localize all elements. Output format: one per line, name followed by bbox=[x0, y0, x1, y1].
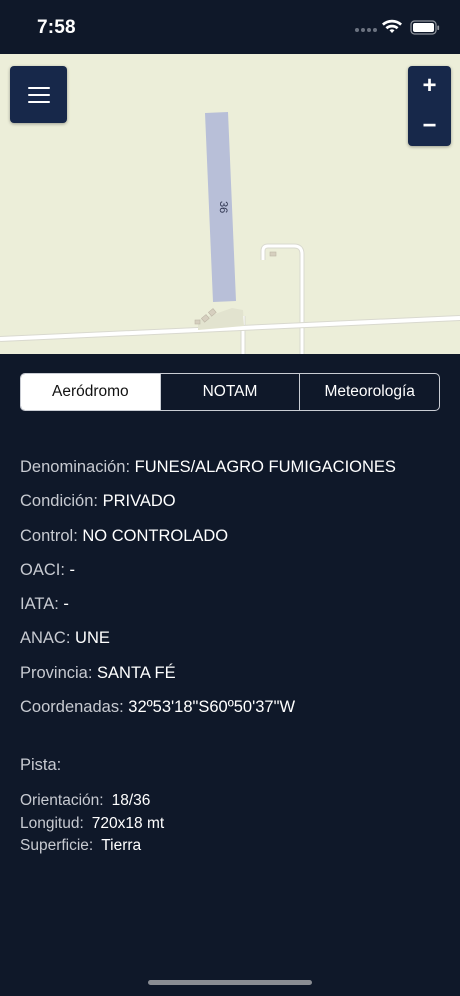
control-value: NO CONTROLADO bbox=[82, 526, 229, 545]
info-row-denominacion: Denominación: FUNES/ALAGRO FUMIGACIONES bbox=[20, 456, 440, 490]
orientacion-label: Orientación: bbox=[20, 792, 104, 809]
iata-value: - bbox=[63, 595, 69, 614]
iata-label: IATA: bbox=[20, 595, 59, 614]
condicion-value: PRIVADO bbox=[102, 492, 176, 511]
superficie-label: Superficie: bbox=[20, 837, 94, 854]
oaci-value: - bbox=[69, 560, 76, 579]
zoom-in-button[interactable]: + bbox=[408, 66, 451, 106]
denominacion-value: FUNES/ALAGRO FUMIGACIONES bbox=[134, 458, 396, 476]
zoom-out-button[interactable]: − bbox=[408, 106, 451, 146]
tab-aerodromo[interactable]: Aeródromo bbox=[21, 374, 160, 410]
anac-label: ANAC: bbox=[20, 629, 71, 648]
oaci-label: OACI: bbox=[20, 560, 65, 579]
info-row-control: Control: NO CONTROLADO bbox=[20, 525, 440, 559]
info-row-oaci: OACI: - bbox=[20, 559, 440, 593]
map-view[interactable]: 36 bbox=[0, 54, 460, 354]
info-row-condicion: Condición: PRIVADO bbox=[20, 490, 440, 524]
info-row-provincia: Provincia: SANTA FÉ bbox=[20, 662, 440, 696]
pista-row-orientacion: Orientación: 18/36 bbox=[20, 790, 164, 813]
pista-details: Orientación: 18/36 Longitud: 720x18 mt Sup… bbox=[20, 790, 164, 858]
tab-notam[interactable]: NOTAM bbox=[159, 374, 300, 410]
hamburger-line bbox=[27, 100, 50, 103]
status-time: 7:58 bbox=[37, 17, 76, 38]
info-row-iata: IATA: - bbox=[20, 593, 440, 627]
info-row-anac: ANAC: UNE bbox=[20, 627, 440, 661]
map-building bbox=[194, 319, 201, 325]
denominacion-label: Denominación: bbox=[20, 458, 131, 476]
coordenadas-value: 32º53'18"S60º50'37"W bbox=[128, 698, 296, 717]
wifi-icon bbox=[382, 19, 402, 33]
home-indicator[interactable] bbox=[148, 980, 312, 985]
menu-button[interactable] bbox=[10, 66, 67, 123]
control-label: Control: bbox=[20, 526, 78, 545]
condicion-label: Condición: bbox=[20, 492, 98, 511]
pista-row-longitud: Longitud: 720x18 mt bbox=[20, 813, 164, 836]
provincia-label: Provincia: bbox=[20, 663, 93, 682]
zoom-controls: + − bbox=[408, 66, 451, 146]
anac-value: UNE bbox=[75, 629, 110, 648]
info-row-coordenadas: Coordenadas: 32º53'18"S60º50'37"W bbox=[20, 696, 440, 730]
runway-label: 36 bbox=[217, 201, 229, 214]
status-icons bbox=[354, 18, 442, 38]
signal-dots-icon bbox=[355, 28, 377, 32]
tab-meteorologia[interactable]: Meteorología bbox=[299, 374, 439, 410]
orientacion-value: 18/36 bbox=[111, 792, 151, 809]
hamburger-menu-icon bbox=[27, 86, 50, 89]
segmented-tabs: Aeródromo NOTAM Meteorología bbox=[20, 373, 440, 411]
longitud-label: Longitud: bbox=[20, 814, 84, 832]
superficie-value: Tierra bbox=[101, 837, 142, 854]
provincia-value: SANTA FÉ bbox=[97, 663, 176, 682]
coordenadas-label: Coordenadas: bbox=[20, 698, 124, 717]
status-bar: 7:58 bbox=[0, 0, 460, 54]
hamburger-line bbox=[27, 93, 50, 96]
pista-title: Pista: bbox=[20, 756, 62, 774]
battery-icon bbox=[410, 20, 440, 35]
pista-row-superficie: Superficie: Tierra bbox=[20, 835, 164, 858]
map-building bbox=[269, 251, 277, 257]
aerodrome-info: Denominación: FUNES/ALAGRO FUMIGACIONES … bbox=[20, 456, 440, 730]
longitud-value: 720x18 mt bbox=[91, 814, 165, 832]
